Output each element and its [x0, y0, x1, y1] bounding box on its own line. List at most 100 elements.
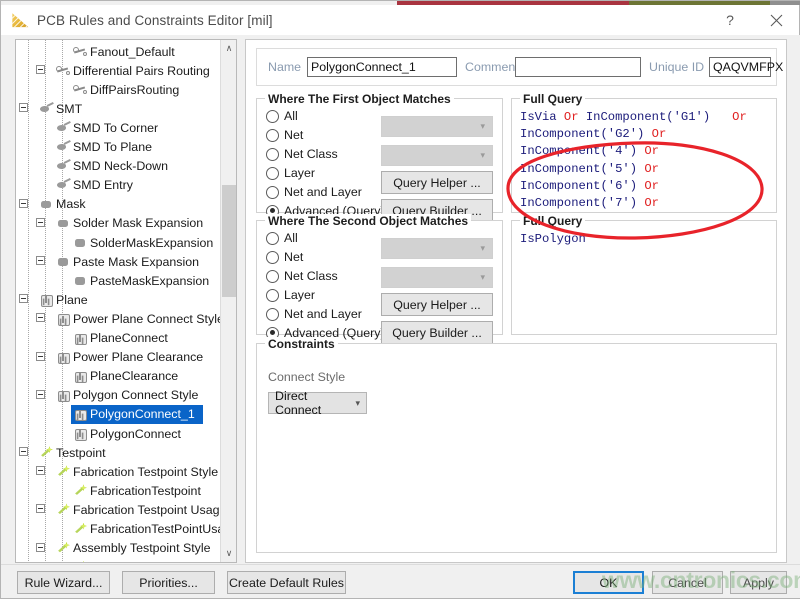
tree-item-planeclearance[interactable]: PlaneClearance — [16, 367, 221, 386]
rules-tree-panel[interactable]: Fanout_DefaultDifferential Pairs Routing… — [15, 39, 237, 563]
plane-icon — [73, 370, 88, 383]
radio-first-all[interactable]: All — [266, 109, 298, 123]
radio-indicator — [266, 186, 279, 199]
tree-item-fabricationtestpointusage[interactable]: FabricationTestPointUsage — [16, 520, 221, 539]
tree-item-paste-mask-expansion[interactable]: Paste Mask Expansion — [16, 252, 221, 271]
first-query-helper-button[interactable]: Query Helper ... — [381, 171, 493, 194]
tree-item-mask[interactable]: Mask — [16, 195, 221, 214]
rule-header-group: Name PolygonConnect_1 Comment Unique ID … — [256, 48, 777, 86]
tree-item-label: Solder Mask Expansion — [73, 216, 203, 230]
radio-second-net[interactable]: Net — [266, 250, 303, 264]
priorities-label: Priorities... — [139, 576, 198, 590]
tree-item-fabricationtestpoint[interactable]: FabricationTestpoint — [16, 481, 221, 500]
second-full-query-group: Full Query IsPolygon — [511, 220, 777, 335]
scroll-up-icon[interactable]: ∧ — [221, 40, 237, 57]
rule-wizard-label: Rule Wizard... — [25, 576, 103, 590]
radio-second-layer[interactable]: Layer — [266, 288, 315, 302]
first-full-query-text[interactable]: IsVia Or InComponent('G1') OrInComponent… — [520, 109, 747, 212]
radio-label: Layer — [284, 166, 315, 180]
tree-expander-icon[interactable] — [19, 294, 28, 303]
tree-item-power-plane-clearance[interactable]: Power Plane Clearance — [16, 348, 221, 367]
comment-input[interactable] — [515, 57, 641, 77]
second-net-combo[interactable]: ▾ — [381, 238, 493, 259]
tree-item-differential-pairs-routing[interactable]: Differential Pairs Routing — [16, 61, 221, 80]
tree-expander-icon[interactable] — [36, 65, 45, 74]
tree-expander-icon[interactable] — [36, 218, 45, 227]
tree-expander-icon[interactable] — [36, 543, 45, 552]
tree-item-smd-entry[interactable]: SMD Entry — [16, 176, 221, 195]
tree-expander-icon[interactable] — [36, 466, 45, 475]
tree-item-diffpairsrouting[interactable]: DiffPairsRouting — [16, 80, 221, 99]
mask-icon — [73, 236, 88, 249]
radio-first-net-and-layer[interactable]: Net and Layer — [266, 185, 362, 199]
radio-first-net[interactable]: Net — [266, 128, 303, 142]
rule-wizard-button[interactable]: Rule Wizard... — [17, 571, 110, 594]
scrollbar-thumb[interactable] — [222, 185, 236, 297]
name-input[interactable]: PolygonConnect_1 — [307, 57, 457, 77]
priorities-button[interactable]: Priorities... — [122, 571, 215, 594]
tree-item-testpoint[interactable]: Testpoint — [16, 443, 221, 462]
tree-expander-icon[interactable] — [36, 313, 45, 322]
create-default-rules-button[interactable]: Create Default Rules — [227, 571, 346, 594]
tree-expander-icon[interactable] — [36, 504, 45, 513]
tree-item-label: DiffPairsRouting — [90, 83, 179, 97]
first-net-class-combo[interactable]: ▾ — [381, 145, 493, 166]
tree-expander-icon[interactable] — [19, 199, 28, 208]
radio-second-all[interactable]: All — [266, 231, 298, 245]
radio-second-net-class[interactable]: Net Class — [266, 269, 338, 283]
tree-item-smd-to-plane[interactable]: SMD To Plane — [16, 138, 221, 157]
radio-label: Net — [284, 250, 303, 264]
second-net-class-combo[interactable]: ▾ — [381, 267, 493, 288]
scroll-down-icon[interactable]: ∨ — [221, 545, 237, 562]
window-title: PCB Rules and Constraints Editor [mil] — [37, 13, 273, 28]
tree-item-label: Mask — [56, 197, 86, 211]
query-line: InComponent('7') Or — [520, 195, 747, 212]
query-operator: Or — [644, 127, 666, 141]
tree-item-smt[interactable]: SMT — [16, 99, 221, 118]
tree-item-polygonconnect-1[interactable]: PolygonConnect_1 — [71, 405, 203, 424]
tree-item-smd-to-corner[interactable]: SMD To Corner — [16, 118, 221, 137]
tree-item-soldermaskexpansion[interactable]: SolderMaskExpansion — [16, 233, 221, 252]
help-icon[interactable]: ? — [707, 5, 753, 35]
close-icon[interactable] — [753, 5, 799, 35]
name-label: Name — [268, 60, 301, 74]
tree-expander-icon[interactable] — [19, 103, 28, 112]
rules-tree[interactable]: Fanout_DefaultDifferential Pairs Routing… — [16, 40, 221, 562]
tree-expander-icon[interactable] — [36, 352, 45, 361]
query-expression: InComponent('5') — [520, 162, 637, 176]
tree-item-assemblytestpoint[interactable]: AssemblyTestpoint — [16, 558, 221, 562]
tree-item-power-plane-connect-style[interactable]: Power Plane Connect Style — [16, 309, 221, 328]
query-expression: InComponent('7') — [520, 196, 637, 210]
second-query-helper-button[interactable]: Query Helper ... — [381, 293, 493, 316]
radio-label: All — [284, 109, 298, 123]
tree-expander-icon[interactable] — [36, 256, 45, 265]
tree-item-planeconnect[interactable]: PlaneConnect — [16, 329, 221, 348]
tree-item-smd-neck-down[interactable]: SMD Neck-Down — [16, 157, 221, 176]
tree-vertical-scrollbar[interactable]: ∧ ∨ — [220, 40, 236, 562]
tree-item-solder-mask-expansion[interactable]: Solder Mask Expansion — [16, 214, 221, 233]
tree-expander-icon[interactable] — [36, 390, 45, 399]
tree-item-fanout-default[interactable]: Fanout_Default — [16, 42, 221, 61]
tree-item-assembly-testpoint-style[interactable]: Assembly Testpoint Style — [16, 539, 221, 558]
first-net-combo[interactable]: ▾ — [381, 116, 493, 137]
ok-button[interactable]: OK — [573, 571, 644, 594]
connect-style-combo[interactable]: Direct Connect ▾ — [268, 392, 367, 414]
ruler-triangle-icon — [12, 12, 29, 29]
tree-item-polygon-connect-style[interactable]: Polygon Connect Style — [16, 386, 221, 405]
cancel-button[interactable]: Cancel — [652, 571, 723, 594]
radio-second-net-and-layer[interactable]: Net and Layer — [266, 307, 362, 321]
second-query-builder-button[interactable]: Query Builder ... — [381, 321, 493, 344]
tree-expander-icon[interactable] — [19, 447, 28, 456]
tree-item-fabrication-testpoint-style[interactable]: Fabrication Testpoint Style — [16, 462, 221, 481]
tree-item-plane[interactable]: Plane — [16, 290, 221, 309]
radio-label: Net and Layer — [284, 185, 362, 199]
radio-first-net-class[interactable]: Net Class — [266, 147, 338, 161]
radio-first-layer[interactable]: Layer — [266, 166, 315, 180]
second-full-query-text[interactable]: IsPolygon — [520, 231, 586, 248]
tree-item-fabrication-testpoint-usage[interactable]: Fabrication Testpoint Usage — [16, 500, 221, 519]
radio-indicator — [266, 270, 279, 283]
tree-item-polygonconnect[interactable]: PolygonConnect — [16, 424, 221, 443]
tree-item-pastemaskexpansion[interactable]: PasteMaskExpansion — [16, 271, 221, 290]
apply-button[interactable]: Apply — [730, 571, 787, 594]
unique-id-input[interactable]: QAQVMFPX — [709, 57, 771, 77]
